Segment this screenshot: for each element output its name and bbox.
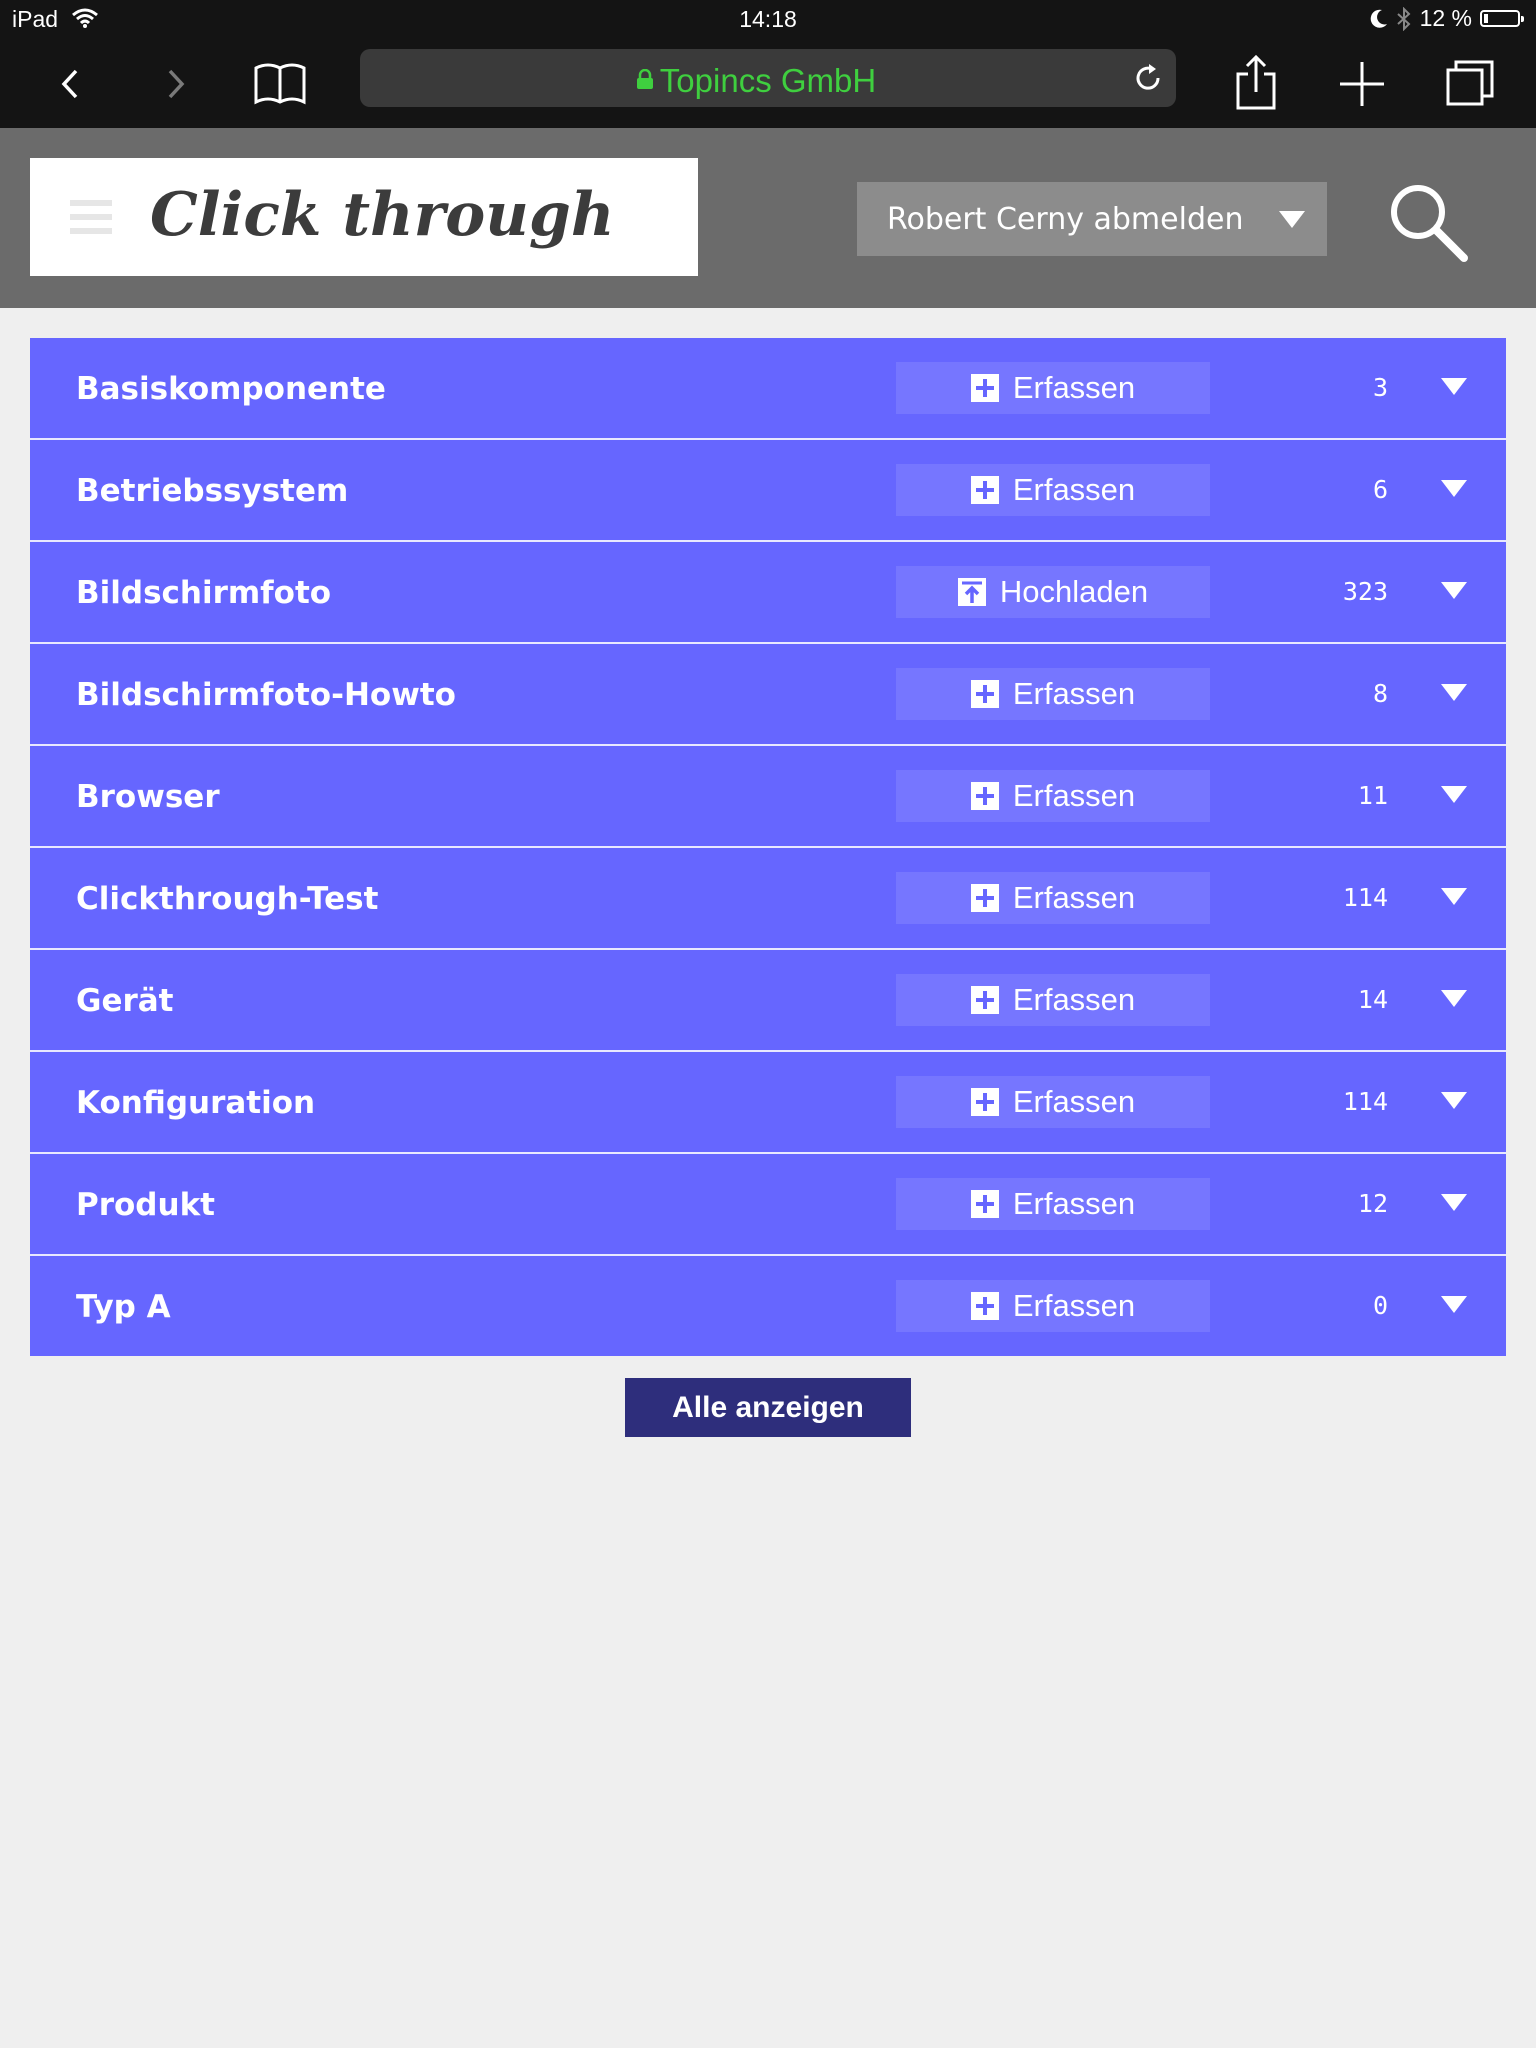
action-label: Erfassen: [1012, 778, 1136, 813]
item-count: 114: [1342, 1087, 1388, 1116]
tabs-icon[interactable]: [1440, 54, 1500, 114]
item-count: 8: [1372, 679, 1388, 708]
list-item[interactable]: Produkt Erfassen 12: [30, 1154, 1506, 1256]
browser-toolbar: Topincs GmbH: [0, 40, 1536, 128]
plus-icon: [970, 782, 999, 810]
reload-icon[interactable]: [1132, 62, 1164, 94]
plus-icon: [970, 1088, 999, 1116]
chevron-down-icon[interactable]: [1434, 470, 1474, 510]
battery-icon: [1480, 10, 1524, 27]
chevron-down-icon[interactable]: [1434, 1082, 1474, 1122]
item-count: 3: [1372, 373, 1388, 402]
new-tab-icon[interactable]: [1332, 54, 1392, 114]
topic-type-name[interactable]: Produkt: [76, 1187, 215, 1223]
upload-icon: [957, 578, 986, 606]
chevron-down-icon[interactable]: [1434, 878, 1474, 918]
plus-icon: [970, 476, 999, 504]
search-icon[interactable]: [1386, 180, 1470, 264]
erfassen-button[interactable]: Erfassen: [896, 1280, 1210, 1332]
chevron-down-icon[interactable]: [1434, 572, 1474, 612]
list-item[interactable]: Konfiguration Erfassen 114: [30, 1052, 1506, 1154]
plus-icon: [970, 1190, 999, 1218]
item-count: 114: [1342, 883, 1388, 912]
plus-icon: [970, 374, 999, 402]
forward-icon[interactable]: [146, 54, 206, 114]
topic-type-name[interactable]: Konfiguration: [76, 1085, 315, 1121]
show-all-button[interactable]: Alle anzeigen: [625, 1378, 911, 1437]
action-label: Erfassen: [1012, 1186, 1136, 1221]
action-label: Erfassen: [1012, 472, 1136, 507]
action-label: Erfassen: [1012, 676, 1136, 711]
chevron-down-icon[interactable]: [1434, 674, 1474, 714]
chevron-down-icon[interactable]: [1434, 368, 1474, 408]
chevron-down-icon: [1279, 211, 1305, 228]
chevron-down-icon[interactable]: [1434, 776, 1474, 816]
erfassen-button[interactable]: Erfassen: [896, 362, 1210, 414]
battery-percent: 12 %: [1419, 5, 1472, 31]
erfassen-button[interactable]: Erfassen: [896, 872, 1210, 924]
hamburger-icon[interactable]: [70, 200, 112, 238]
plus-icon: [970, 680, 999, 708]
item-count: 12: [1357, 1189, 1388, 1218]
topic-type-name[interactable]: Gerät: [76, 983, 174, 1019]
bookmarks-icon[interactable]: [250, 54, 310, 114]
erfassen-button[interactable]: Erfassen: [896, 1076, 1210, 1128]
list-item[interactable]: Typ A Erfassen 0: [30, 1256, 1506, 1356]
topic-type-name[interactable]: Bildschirmfoto: [76, 575, 331, 611]
site-header: Click through Robert Cerny abmelden: [0, 128, 1536, 308]
action-label: Erfassen: [1012, 1288, 1136, 1323]
user-menu-label: Robert Cerny abmelden: [887, 202, 1244, 237]
erfassen-button[interactable]: Erfassen: [896, 464, 1210, 516]
item-count: 14: [1357, 985, 1388, 1014]
share-icon[interactable]: [1226, 54, 1286, 114]
chevron-down-icon[interactable]: [1434, 1286, 1474, 1326]
item-count: 6: [1372, 475, 1388, 504]
item-count: 11: [1357, 781, 1388, 810]
plus-icon: [970, 884, 999, 912]
topic-type-name[interactable]: Clickthrough-Test: [76, 881, 378, 917]
action-label: Erfassen: [1012, 1084, 1136, 1119]
topic-type-list: Basiskomponente Erfassen 3 Betriebssyste…: [30, 338, 1506, 1356]
logo-box: Click through: [30, 158, 698, 276]
topic-type-name[interactable]: Basiskomponente: [76, 371, 386, 407]
chevron-down-icon[interactable]: [1434, 1184, 1474, 1224]
topic-type-name[interactable]: Betriebssystem: [76, 473, 348, 509]
list-item[interactable]: Clickthrough-Test Erfassen 114: [30, 848, 1506, 950]
list-item[interactable]: Bildschirmfoto-Howto Erfassen 8: [30, 644, 1506, 746]
clock: 14:18: [739, 6, 797, 32]
moon-icon: [1370, 9, 1387, 28]
status-bar: iPad 14:18 12 %: [0, 0, 1536, 40]
plus-icon: [970, 1292, 999, 1320]
list-item[interactable]: Bildschirmfoto Hochladen 323: [30, 542, 1506, 644]
url-host: Topincs GmbH: [659, 62, 877, 99]
item-count: 323: [1342, 577, 1388, 606]
list-item[interactable]: Browser Erfassen 11: [30, 746, 1506, 848]
hochladen-button[interactable]: Hochladen: [896, 566, 1210, 618]
topic-type-name[interactable]: Typ A: [76, 1289, 171, 1325]
action-label: Erfassen: [1012, 370, 1136, 405]
user-menu-dropdown[interactable]: Robert Cerny abmelden: [857, 182, 1327, 256]
plus-icon: [970, 986, 999, 1014]
erfassen-button[interactable]: Erfassen: [896, 974, 1210, 1026]
list-item[interactable]: Betriebssystem Erfassen 6: [30, 440, 1506, 542]
address-bar[interactable]: Topincs GmbH: [360, 49, 1176, 107]
topic-type-name[interactable]: Bildschirmfoto-Howto: [76, 677, 456, 713]
erfassen-button[interactable]: Erfassen: [896, 668, 1210, 720]
erfassen-button[interactable]: Erfassen: [896, 1178, 1210, 1230]
chevron-down-icon[interactable]: [1434, 980, 1474, 1020]
action-label: Erfassen: [1012, 880, 1136, 915]
list-item[interactable]: Gerät Erfassen 14: [30, 950, 1506, 1052]
back-icon[interactable]: [40, 54, 100, 114]
list-item[interactable]: Basiskomponente Erfassen 3: [30, 338, 1506, 440]
bluetooth-icon: [1396, 6, 1411, 31]
topic-type-name[interactable]: Browser: [76, 779, 220, 815]
item-count: 0: [1372, 1291, 1388, 1320]
erfassen-button[interactable]: Erfassen: [896, 770, 1210, 822]
action-label: Hochladen: [999, 574, 1149, 609]
action-label: Erfassen: [1012, 982, 1136, 1017]
site-logo[interactable]: Click through: [150, 180, 615, 250]
